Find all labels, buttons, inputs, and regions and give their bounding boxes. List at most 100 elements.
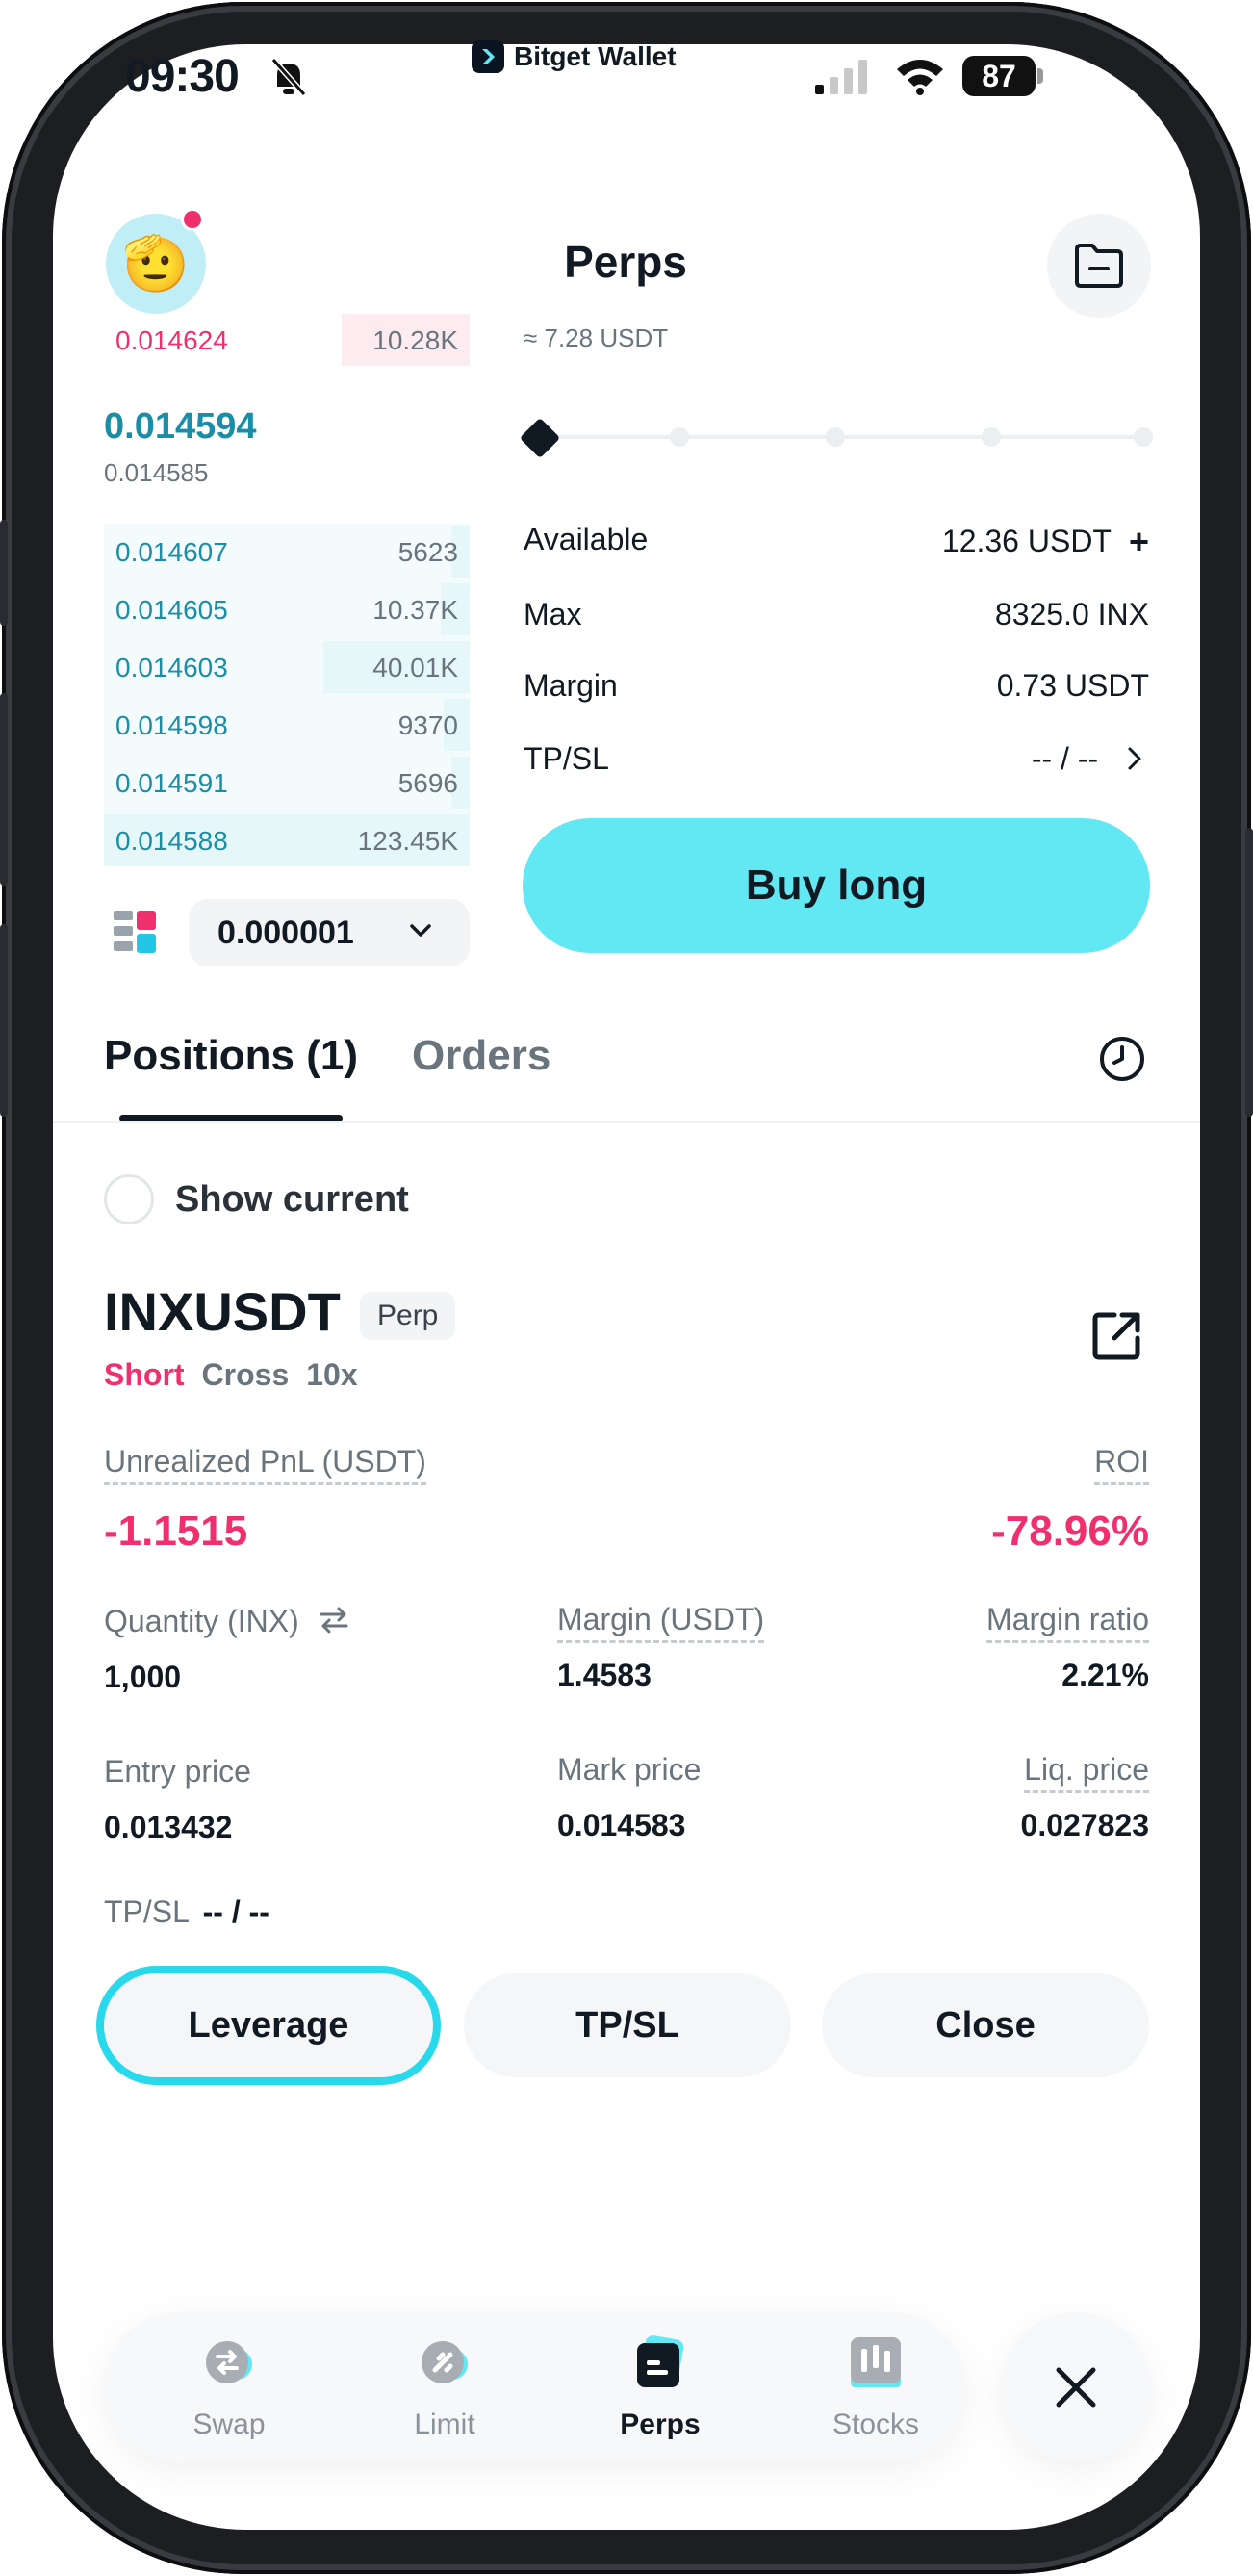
bid-row[interactable]: 0.014588 123.45K [104,814,470,866]
margin-ratio-value: 2.21% [1061,1658,1149,1692]
show-current-toggle[interactable]: Show current [104,1174,409,1224]
bid-row[interactable]: 0.014603 40.01K [104,641,470,693]
phone-side-button [0,693,8,886]
bid-row[interactable]: 0.014605 10.37K [104,583,470,635]
tab-underline [119,1115,343,1121]
nav-item-perps[interactable]: Perps [574,2331,747,2441]
margin-ratio-label-text: Margin ratio [986,1602,1149,1643]
avatar-emoji-icon: 🫡 [122,233,190,294]
slider-step[interactable] [826,427,845,447]
tpsl-value: -- / -- [1031,741,1099,776]
row-price: 0.014624 [115,325,228,355]
row-price: 0.014605 [115,595,228,625]
liq-price-value: 0.027823 [1020,1808,1149,1842]
available-value: 12.36 USDT + [942,522,1149,562]
swap-unit-icon[interactable] [318,1605,350,1634]
folder-button[interactable] [1047,214,1151,318]
row-qty: 40.01K [372,653,458,683]
tpsl-button[interactable]: TP/SL [464,1973,791,2077]
add-funds-icon[interactable]: + [1129,522,1149,562]
pnl-value: -1.1515 [104,1507,248,1555]
roi-label[interactable]: ROI [1094,1444,1149,1485]
liq-price-label[interactable]: Liq. price [1024,1752,1149,1793]
show-current-radio[interactable] [104,1174,154,1224]
perps-icon [637,2335,684,2387]
row-price: 0.014607 [115,537,228,567]
nav-label-perps: Perps [620,2409,701,2440]
margin-usdt-label[interactable]: Margin (USDT) [557,1602,765,1643]
nav-item-stocks[interactable]: Stocks [789,2331,962,2441]
row-price: 0.014598 [115,710,228,740]
pnl-label[interactable]: Unrealized PnL (USDT) [104,1444,426,1485]
slider-step[interactable] [1134,427,1153,447]
mark-price-label: Mark price [557,1752,702,1787]
roi-label-text: ROI [1094,1444,1149,1485]
mark-price-small: 0.014585 [104,458,209,487]
tab-divider [53,1121,1200,1123]
tpsl-label: TP/SL [524,741,609,776]
buy-long-button[interactable]: Buy long [523,818,1150,953]
limit-icon [422,2341,468,2383]
row-qty: 5696 [397,768,458,798]
signal-icon [815,60,867,94]
battery-indicator: 87 [962,56,1043,96]
bid-row[interactable]: 0.014591 5696 [104,757,470,809]
wifi-icon [897,60,943,95]
brand: Bitget Wallet [472,40,677,73]
approx-value: ≈ 7.28 USDT [524,323,669,352]
status-time: 09:30 [125,51,240,102]
bid-row[interactable]: 0.014607 5623 [104,526,470,578]
entry-price-label: Entry price [104,1754,251,1789]
phone-side-button [0,520,8,626]
margin-ratio-label[interactable]: Margin ratio [986,1602,1149,1643]
row-price: 0.014603 [115,653,228,683]
nav-item-swap[interactable]: Swap [142,2331,316,2441]
ask-row[interactable]: 0.014624 10.28K [104,314,470,366]
tpsl-selector[interactable]: -- / -- [1032,741,1149,777]
battery-tip [1037,68,1043,84]
share-external-icon[interactable] [1089,1309,1143,1363]
roi-value: -78.96% [991,1507,1149,1555]
nav-item-limit[interactable]: Limit [358,2331,531,2441]
tab-positions[interactable]: Positions (1) [104,1032,358,1080]
folder-icon [1075,244,1123,288]
row-qty: 10.28K [372,325,458,355]
bid-row[interactable]: 0.014598 9370 [104,699,470,751]
notification-dot [181,208,204,231]
phone-side-button [0,924,8,1117]
position-tpsl-value: -- / -- [202,1894,269,1929]
bottom-nav: Swap Limit Perps Stocks [104,2312,966,2462]
row-qty: 5623 [397,537,458,567]
margin-label: Margin [524,668,618,703]
quantity-label-text: Quantity (INX) [104,1604,299,1638]
leverage-tag: 10x [306,1357,358,1392]
chevron-down-icon [410,924,431,937]
side-tag: Short [104,1357,185,1392]
row-price: 0.014588 [115,826,228,856]
slider-step[interactable] [670,427,689,447]
precision-select[interactable]: 0.000001 [189,899,470,966]
nav-label-stocks: Stocks [831,2409,920,2440]
pnl-label-text: Unrealized PnL (USDT) [104,1444,426,1485]
brand-name: Bitget Wallet [514,41,677,71]
history-clock-icon[interactable] [1097,1034,1147,1084]
margin-usdt-value: 1.4583 [557,1658,652,1692]
row-qty: 10.37K [372,595,458,625]
battery-level: 87 [962,56,1036,96]
max-label: Max [524,597,582,631]
leverage-button[interactable]: Leverage [104,1973,433,2077]
stocks-icon [851,2337,901,2387]
row-qty: 123.45K [357,826,458,856]
show-current-label: Show current [175,1178,409,1220]
slider-step[interactable] [982,427,1001,447]
precision-value: 0.000001 [217,914,354,951]
chevron-right-icon [1128,747,1141,770]
tab-orders[interactable]: Orders [412,1032,550,1080]
quantity-value: 1,000 [104,1660,182,1694]
bell-muted-icon [270,58,307,96]
last-price[interactable]: 0.014594 [104,406,257,448]
close-icon [1056,2367,1096,2408]
orderbook-layout-icon[interactable] [112,909,158,955]
close-position-button[interactable]: Close [822,1973,1149,2077]
close-fab-button[interactable] [1001,2312,1151,2462]
